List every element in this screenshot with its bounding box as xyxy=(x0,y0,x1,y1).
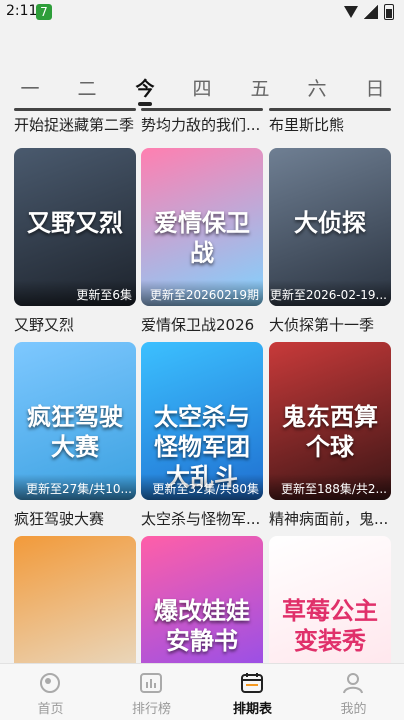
status-time: 2:11 xyxy=(6,3,38,19)
active-day-indicator xyxy=(138,102,152,106)
notification-badge-icon: 7 xyxy=(36,4,52,20)
ranking-icon xyxy=(140,673,162,693)
show-poster[interactable]: 大侦探 更新至2026-02-19... xyxy=(269,148,391,306)
nav-label: 排行榜 xyxy=(131,702,171,717)
signal-icon xyxy=(364,5,378,19)
poster-title: 草莓公主变装秀 xyxy=(282,597,378,655)
episode-status: 更新至2026-02-19... xyxy=(269,280,391,306)
nav-ranking[interactable]: 排行榜 xyxy=(101,664,202,720)
week-selector: 一 二 今 四 五 六 日 xyxy=(0,70,404,110)
show-title[interactable]: 精神病面前，鬼... xyxy=(269,508,397,529)
show-title[interactable]: 太空杀与怪物军... xyxy=(141,508,269,529)
day-tab-tue[interactable]: 二 xyxy=(67,74,107,101)
show-poster[interactable]: 太空杀与怪物军团大乱斗 更新至32集/共80集 xyxy=(141,342,263,500)
poster-title: 疯狂驾驶大赛 xyxy=(27,403,123,461)
episode-status: 更新至188集/共2... xyxy=(269,474,391,500)
poster-title: 鬼东西算个球 xyxy=(282,403,378,461)
poster-edge xyxy=(14,108,136,111)
poster-title: 又野又烈 xyxy=(27,209,123,237)
nav-label: 我的 xyxy=(340,702,367,717)
calendar-icon xyxy=(241,673,263,693)
poster-edge xyxy=(141,108,263,111)
show-title[interactable]: 爱情保卫战2026 xyxy=(141,314,269,335)
episode-status: 更新至6集 xyxy=(14,280,136,306)
show-title[interactable]: 疯狂驾驶大赛 xyxy=(14,508,142,529)
partial-row: 开始捉迷藏第二季 势均力敌的我们... 布里斯比熊 xyxy=(0,108,404,138)
day-tab-sat[interactable]: 六 xyxy=(297,74,337,101)
status-bar: 2:11 7 xyxy=(0,0,404,24)
show-poster[interactable]: 疯狂驾驶大赛 更新至27集/共10... xyxy=(14,342,136,500)
episode-status: 更新至32集/共80集 xyxy=(141,474,263,500)
show-title[interactable]: 开始捉迷藏第二季 xyxy=(14,114,138,135)
show-title[interactable]: 布里斯比熊 xyxy=(269,114,393,135)
battery-icon xyxy=(384,4,394,20)
poster-edge xyxy=(269,108,391,111)
day-tab-thu[interactable]: 四 xyxy=(182,74,222,101)
nav-label: 首页 xyxy=(37,702,64,717)
episode-status: 更新至27集/共10... xyxy=(14,474,136,500)
show-title[interactable]: 又野又烈 xyxy=(14,314,142,335)
day-tab-today[interactable]: 今 xyxy=(125,74,165,101)
day-tab-fri[interactable]: 五 xyxy=(240,74,280,101)
poster-title: 爆改娃娃安静书 xyxy=(154,597,250,655)
bottom-nav: 首页 排行榜 排期表 我的 xyxy=(0,663,404,720)
show-title[interactable]: 大侦探第十一季 xyxy=(269,314,397,335)
day-tab-sun[interactable]: 日 xyxy=(355,74,395,101)
nav-home[interactable]: 首页 xyxy=(0,664,101,720)
show-poster[interactable]: 爱情保卫战 更新至20260219期 xyxy=(141,148,263,306)
wifi-icon xyxy=(344,6,358,18)
home-icon xyxy=(40,673,60,693)
show-poster[interactable]: 鬼东西算个球 更新至188集/共2... xyxy=(269,342,391,500)
poster-title: 大侦探 xyxy=(294,209,366,237)
day-tab-mon[interactable]: 一 xyxy=(10,74,50,101)
show-title[interactable]: 势均力敌的我们... xyxy=(141,114,265,135)
nav-schedule[interactable]: 排期表 xyxy=(202,664,303,720)
nav-label: 排期表 xyxy=(232,702,272,717)
profile-icon xyxy=(343,673,363,694)
episode-status: 更新至20260219期 xyxy=(141,280,263,306)
poster-title: 爱情保卫战 xyxy=(154,209,250,267)
status-icons xyxy=(344,4,394,20)
show-poster[interactable]: 又野又烈 更新至6集 xyxy=(14,148,136,306)
nav-profile[interactable]: 我的 xyxy=(303,664,404,720)
